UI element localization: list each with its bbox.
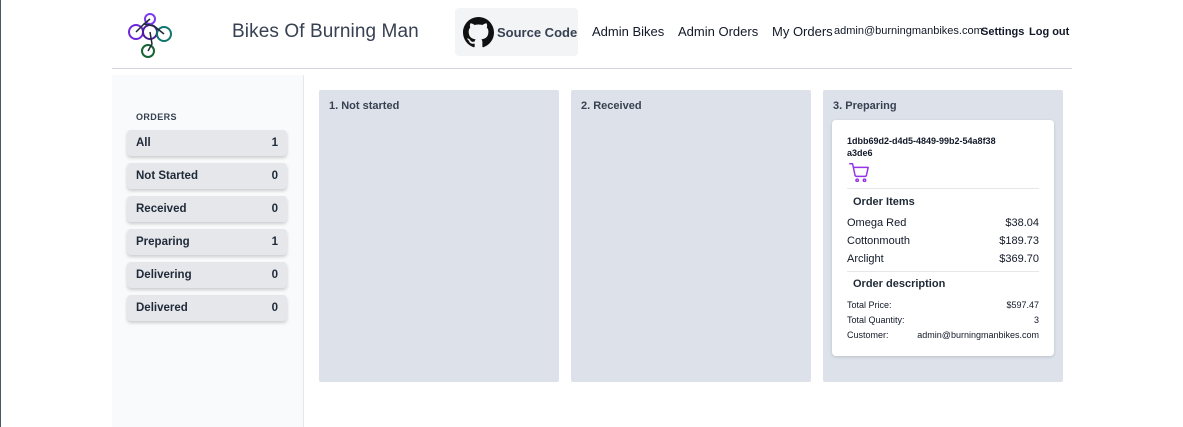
source-code-label: Source Code	[497, 24, 578, 40]
total-quantity-label: Total Quantity:	[847, 315, 905, 325]
filter-label: Delivering	[136, 269, 192, 281]
site-title[interactable]: Bikes Of Burning Man	[232, 21, 419, 43]
total-price-row: Total Price: $597.47	[847, 300, 1039, 310]
customer-label: Customer:	[847, 330, 889, 340]
column-title: 3. Preparing	[833, 100, 897, 112]
total-price-label: Total Price:	[847, 300, 892, 310]
item-price: $38.04	[1005, 217, 1039, 229]
filter-count: 1	[271, 137, 278, 149]
filter-count: 0	[271, 269, 278, 281]
top-header: Bikes Of Burning Man Source Code Admin B…	[112, 0, 1072, 69]
site-logo-icon[interactable]	[122, 8, 176, 62]
item-name: Arclight	[847, 253, 884, 265]
column-title: 2. Received	[581, 100, 642, 112]
item-price: $189.73	[999, 235, 1039, 247]
column-preparing: 3. Preparing 1dbb69d2-d4d5-4849-99b2-54a…	[823, 90, 1063, 382]
nav-admin-orders[interactable]: Admin Orders	[678, 24, 758, 39]
filter-count: 0	[271, 170, 278, 182]
order-item-row: Omega Red $38.04	[847, 217, 1039, 229]
customer-row: Customer: admin@burningmanbikes.com	[847, 330, 1039, 340]
filter-delivering[interactable]: Delivering 0	[127, 262, 287, 288]
nav-my-orders[interactable]: My Orders	[772, 24, 833, 39]
total-quantity-row: Total Quantity: 3	[847, 315, 1039, 325]
filter-not-started[interactable]: Not Started 0	[127, 163, 287, 189]
divider	[847, 188, 1039, 189]
window-edge	[0, 0, 1, 427]
filter-label: Preparing	[136, 236, 190, 248]
source-code-button[interactable]: Source Code	[455, 8, 578, 56]
order-card[interactable]: 1dbb69d2-d4d5-4849-99b2-54a8f38a3de6 Ord…	[832, 120, 1054, 356]
filter-delivered[interactable]: Delivered 0	[127, 295, 287, 321]
user-email: admin@burningmanbikes.com	[834, 25, 983, 37]
divider	[847, 271, 1039, 272]
item-price: $369.70	[999, 253, 1039, 265]
order-description-title: Order description	[853, 278, 946, 290]
filter-label: All	[136, 137, 151, 149]
filter-label: Received	[136, 203, 187, 215]
order-item-row: Arclight $369.70	[847, 253, 1039, 265]
filter-label: Not Started	[136, 170, 198, 182]
filter-preparing[interactable]: Preparing 1	[127, 229, 287, 255]
column-title: 1. Not started	[329, 100, 400, 112]
sidebar-title: ORDERS	[136, 112, 177, 122]
nav-admin-bikes[interactable]: Admin Bikes	[592, 24, 664, 39]
nav-settings[interactable]: Settings	[981, 26, 1024, 38]
nav-logout[interactable]: Log out	[1029, 26, 1069, 38]
item-name: Omega Red	[847, 217, 907, 229]
total-quantity-value: 3	[1033, 315, 1039, 325]
order-items-title: Order Items	[853, 196, 915, 208]
order-item-row: Cottonmouth $189.73	[847, 235, 1039, 247]
cart-icon[interactable]	[848, 161, 870, 183]
order-id: 1dbb69d2-d4d5-4849-99b2-54a8f38a3de6	[847, 136, 996, 158]
filter-count: 1	[271, 236, 278, 248]
filter-count: 0	[271, 203, 278, 215]
filter-all[interactable]: All 1	[127, 130, 287, 156]
total-price-value: $597.47	[1006, 300, 1039, 310]
customer-value: admin@burningmanbikes.com	[917, 330, 1039, 340]
github-icon	[463, 16, 494, 47]
filter-label: Delivered	[136, 302, 188, 314]
filter-count: 0	[271, 302, 278, 314]
orders-sidebar: ORDERS All 1 Not Started 0 Received 0 Pr…	[112, 75, 304, 427]
column-not-started: 1. Not started	[319, 90, 559, 382]
filter-received[interactable]: Received 0	[127, 196, 287, 222]
column-received: 2. Received	[571, 90, 811, 382]
item-name: Cottonmouth	[847, 235, 910, 247]
